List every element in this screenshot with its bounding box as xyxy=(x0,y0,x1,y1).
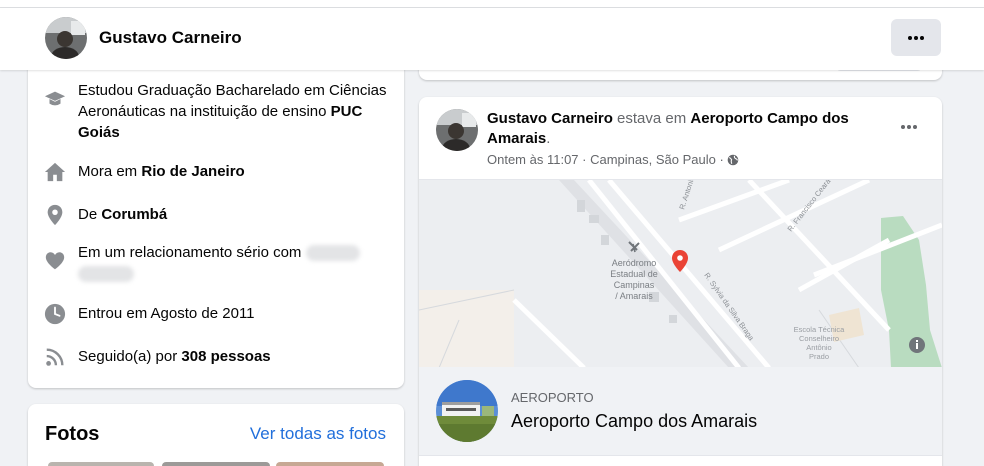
location-map[interactable]: Aeródromo Estadual de Campinas / Amarais… xyxy=(419,179,942,368)
more-horizontal-icon xyxy=(908,35,924,40)
place-photo[interactable] xyxy=(436,380,498,442)
rss-icon xyxy=(46,348,64,366)
education-text: Estudou Graduação Bacharelado em Ciência… xyxy=(78,80,390,143)
from-prefix: De xyxy=(78,206,102,223)
followers-row: Seguido(a) por 308 pessoas xyxy=(44,346,390,368)
from-text: De Corumbá xyxy=(78,204,167,226)
more-options-button[interactable] xyxy=(891,19,941,56)
lives-text: Mora em Rio de Janeiro xyxy=(78,161,245,183)
followers-text: Seguido(a) por 308 pessoas xyxy=(78,346,271,368)
location-pin-icon xyxy=(47,204,63,226)
followers-count-link[interactable]: 308 pessoas xyxy=(181,348,270,365)
see-all-photos-link[interactable]: Ver todas as fotos xyxy=(250,424,386,444)
photos-card: Fotos Ver todas as fotos xyxy=(28,404,404,466)
school-label-line1: Escola Técnica xyxy=(794,325,846,334)
lives-row: Mora em Rio de Janeiro xyxy=(44,161,390,183)
photo-thumbnail[interactable] xyxy=(48,462,154,466)
from-row: De Corumbá xyxy=(44,204,390,226)
photo-thumbnail[interactable] xyxy=(162,462,270,466)
more-horizontal-icon xyxy=(901,125,917,129)
from-city-link[interactable]: Corumbá xyxy=(101,206,167,223)
school-label-line4: Prado xyxy=(809,352,829,361)
post-location-link[interactable]: Campinas, São Paulo xyxy=(590,152,716,167)
relationship-row: Em um relacionamento sério com xyxy=(44,242,390,284)
joined-row: Entrou em Agosto de 2011 xyxy=(44,303,390,325)
post-meta: Ontem às 11:07 · Campinas, São Paulo · xyxy=(487,152,739,167)
post-timestamp[interactable]: Ontem às 11:07 xyxy=(487,152,579,167)
avatar[interactable] xyxy=(45,17,87,59)
heart-icon xyxy=(45,252,65,270)
place-name[interactable]: Aeroporto Campo dos Amarais xyxy=(511,411,757,432)
place-card[interactable]: AEROPORTO Aeroporto Campo dos Amarais xyxy=(419,367,942,455)
lives-city-link[interactable]: Rio de Janeiro xyxy=(141,163,244,180)
airport-label-line1: Aeródromo xyxy=(612,258,657,268)
meta-separator: · xyxy=(715,152,728,167)
post-footer xyxy=(419,455,942,466)
joined-text: Entrou em Agosto de 2011 xyxy=(78,305,255,322)
globe-icon xyxy=(728,154,739,165)
home-icon xyxy=(44,162,66,182)
profile-name[interactable]: Gustavo Carneiro xyxy=(99,28,242,48)
place-category: AEROPORTO xyxy=(511,390,594,405)
graduation-cap-icon xyxy=(44,91,66,106)
redacted-partner-name-cont xyxy=(78,266,134,283)
post-verb: estava em xyxy=(612,110,691,127)
education-row: Estudou Graduação Bacharelado em Ciência… xyxy=(44,80,390,143)
info-icon[interactable] xyxy=(909,337,925,353)
intro-card: Estudou Graduação Bacharelado em Ciência… xyxy=(28,56,404,388)
followers-prefix: Seguido(a) por xyxy=(78,348,182,365)
meta-separator: · xyxy=(578,152,591,167)
post-end: . xyxy=(546,130,551,147)
airport-label-line4: / Amarais xyxy=(615,291,653,301)
post-avatar[interactable] xyxy=(436,109,478,151)
post-author-link[interactable]: Gustavo Carneiro xyxy=(487,110,613,127)
photo-thumbnail[interactable] xyxy=(276,462,384,466)
airport-label-line3: Campinas xyxy=(614,280,655,290)
photos-title: Fotos xyxy=(45,423,100,445)
lives-prefix: Mora em xyxy=(78,163,142,180)
top-strip xyxy=(0,0,984,8)
school-label-line2: Conselheiro xyxy=(799,334,839,343)
airport-label-line2: Estadual de xyxy=(610,269,658,279)
post-options-button[interactable] xyxy=(900,117,918,135)
relationship-prefix: Em um relacionamento sério com xyxy=(78,244,306,261)
post-headline: Gustavo Carneiro estava em Aeroporto Cam… xyxy=(487,109,877,149)
clock-icon xyxy=(44,303,66,325)
profile-header: Gustavo Carneiro xyxy=(0,8,984,70)
school-label-line3: Antônio xyxy=(806,343,831,352)
checkin-post: Gustavo Carneiro estava em Aeroporto Cam… xyxy=(419,97,942,466)
redacted-partner-name xyxy=(305,245,360,262)
relationship-text: Em um relacionamento sério com xyxy=(78,242,360,284)
